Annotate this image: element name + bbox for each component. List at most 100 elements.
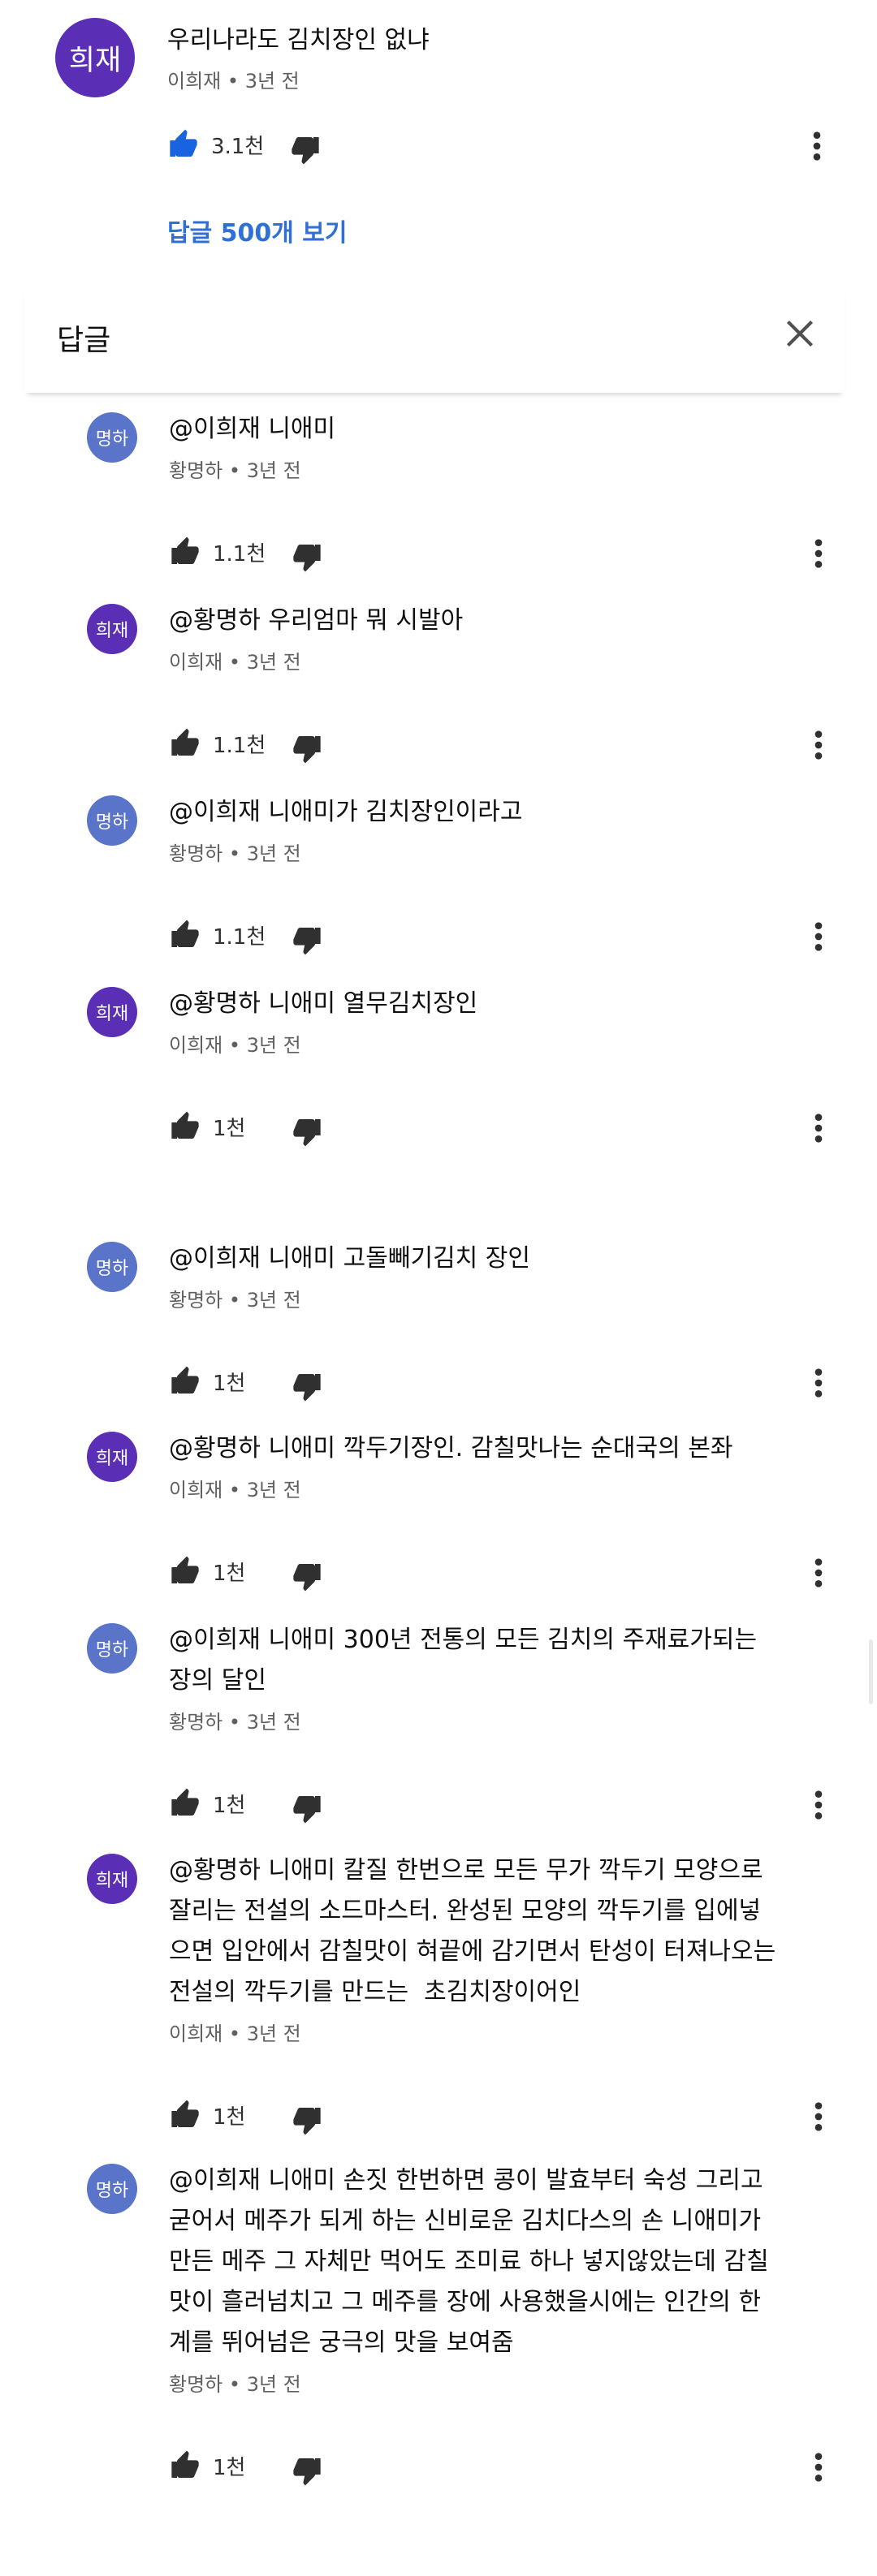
comment-actions: 3.1천 xyxy=(167,122,833,170)
thumbs-down-icon[interactable] xyxy=(291,1560,323,1592)
thumbs-up-icon[interactable] xyxy=(169,1365,201,1398)
more-options-icon[interactable] xyxy=(810,1112,827,1144)
avatar[interactable]: 명하 xyxy=(87,1623,137,1674)
reply-author[interactable]: 황명하 xyxy=(169,459,222,482)
thumbs-up-icon[interactable] xyxy=(169,536,201,568)
reply-author[interactable]: 황명하 xyxy=(169,1711,222,1734)
reply-meta: 황명하 • 3년 전 xyxy=(169,838,819,866)
reply-body: @이희재 니애미 300년 전통의 모든 김치의 주재료가되는 장의 달인 황명… xyxy=(169,1620,819,1734)
avatar[interactable]: 희재 xyxy=(55,18,135,97)
like-count: 1천 xyxy=(213,1117,246,1141)
reply-time: 3년 전 xyxy=(246,1711,301,1734)
comment-text: 우리나라도 김치장인 없냐 xyxy=(167,26,430,54)
reply-body: @황명하 니애미 깍두기장인. 감칠맛나는 순대국의 본좌 이희재 • 3년 전 xyxy=(169,1428,819,1502)
reply-meta: 황명하 • 3년 전 xyxy=(169,1284,819,1312)
reply-text: @이희재 니애미 300년 전통의 모든 김치의 주재료가되는 장의 달인 xyxy=(169,1626,758,1695)
reply-text: @이희재 니애미 고돌빼기김치 장인 xyxy=(169,1244,531,1273)
reply-text: @황명하 니애미 칼질 한번으로 모든 무가 깍두기 모양으로 잘리는 전설의 … xyxy=(169,1856,776,2006)
comment-author[interactable]: 이희재 xyxy=(167,70,221,93)
avatar[interactable]: 희재 xyxy=(87,1854,137,1904)
thumbs-up-icon[interactable] xyxy=(169,2449,201,2482)
avatar[interactable]: 명하 xyxy=(87,412,137,463)
thumbs-up-icon[interactable] xyxy=(169,1555,201,1587)
meta-separator: • xyxy=(228,1034,247,1057)
meta-separator: • xyxy=(228,459,247,482)
reply-actions: 1천 xyxy=(169,1781,835,1829)
avatar[interactable]: 희재 xyxy=(87,1432,137,1482)
reply-meta: 이희재 • 3년 전 xyxy=(169,2018,819,2046)
like-count: 1천 xyxy=(213,1372,246,1396)
reply-body: @황명하 니애미 칼질 한번으로 모든 무가 깍두기 모양으로 잘리는 전설의 … xyxy=(169,1850,819,2046)
like-count: 1천 xyxy=(213,1794,246,1818)
like-count: 1.1천 xyxy=(213,925,266,950)
thumbs-up-filled-icon[interactable] xyxy=(167,128,200,161)
reply-meta: 이희재 • 3년 전 xyxy=(169,1029,819,1058)
thumbs-down-icon[interactable] xyxy=(291,1792,323,1824)
reply-body: @이희재 니애미가 김치장인이라고 황명하 • 3년 전 xyxy=(169,792,819,866)
reply-time: 3년 전 xyxy=(246,2022,301,2045)
thumbs-up-icon[interactable] xyxy=(169,1787,201,1820)
close-icon[interactable] xyxy=(780,313,820,354)
like-count: 1천 xyxy=(213,2456,246,2480)
like-count: 1.1천 xyxy=(213,734,266,758)
more-options-icon[interactable] xyxy=(809,130,825,162)
avatar[interactable]: 희재 xyxy=(87,604,137,654)
reply-text: @이희재 니애미가 김치장인이라고 xyxy=(169,798,523,826)
thumbs-up-icon[interactable] xyxy=(169,1110,201,1143)
reply-actions: 1.1천 xyxy=(169,721,835,769)
thumbs-down-icon[interactable] xyxy=(291,2454,323,2487)
thumbs-down-icon[interactable] xyxy=(291,924,323,956)
reply-actions: 1천 xyxy=(169,2092,835,2141)
more-options-icon[interactable] xyxy=(810,920,827,953)
avatar[interactable]: 명하 xyxy=(87,795,137,846)
reply-meta: 이희재 • 3년 전 xyxy=(169,1474,819,1502)
reply-time: 3년 전 xyxy=(246,1034,301,1057)
reply-actions: 1.1천 xyxy=(169,912,835,961)
reply-text: @이희재 니애미 xyxy=(169,415,336,443)
more-options-icon[interactable] xyxy=(810,537,827,570)
comment-meta: 이희재 • 3년 전 xyxy=(167,65,300,93)
avatar[interactable]: 명하 xyxy=(87,1242,137,1292)
reply-author[interactable]: 이희재 xyxy=(169,2022,222,2045)
thumbs-down-icon[interactable] xyxy=(291,541,323,573)
reply-author[interactable]: 황명하 xyxy=(169,1289,222,1312)
like-count: 1.1천 xyxy=(213,542,266,566)
reply-author[interactable]: 황명하 xyxy=(169,842,222,865)
reply-actions: 1천 xyxy=(169,2443,835,2492)
thumbs-down-icon[interactable] xyxy=(291,732,323,765)
thumbs-down-icon[interactable] xyxy=(291,1115,323,1148)
reply-meta: 황명하 • 3년 전 xyxy=(169,2368,819,2397)
more-options-icon[interactable] xyxy=(810,1557,827,1589)
meta-separator: • xyxy=(228,842,247,865)
avatar[interactable]: 명하 xyxy=(87,2164,137,2214)
reply-meta: 황명하 • 3년 전 xyxy=(169,454,819,483)
thumbs-up-icon[interactable] xyxy=(169,2099,201,2131)
reply-text: @황명하 니애미 깍두기장인. 감칠맛나는 순대국의 본좌 xyxy=(169,1434,733,1462)
reply-actions: 1.1천 xyxy=(169,529,835,578)
like-count: 1천 xyxy=(213,2105,246,2130)
thumbs-up-icon[interactable] xyxy=(169,919,201,951)
more-options-icon[interactable] xyxy=(810,1367,827,1399)
more-options-icon[interactable] xyxy=(810,729,827,761)
more-options-icon[interactable] xyxy=(810,2100,827,2133)
reply-author[interactable]: 황명하 xyxy=(169,2373,222,2396)
view-replies-link[interactable]: 답글 500개 보기 xyxy=(167,213,348,248)
reply-author[interactable]: 이희재 xyxy=(169,1034,222,1057)
reply-meta: 황명하 • 3년 전 xyxy=(169,1706,819,1734)
more-options-icon[interactable] xyxy=(810,2451,827,2483)
more-options-icon[interactable] xyxy=(810,1789,827,1821)
reply-time: 3년 전 xyxy=(246,1289,301,1312)
scrollbar[interactable] xyxy=(869,1639,873,1704)
avatar[interactable]: 희재 xyxy=(87,987,137,1037)
thumbs-up-icon[interactable] xyxy=(169,727,201,760)
reply-body: @이희재 니애미 황명하 • 3년 전 xyxy=(169,409,819,483)
meta-separator: • xyxy=(228,1289,247,1312)
reply-author[interactable]: 이희재 xyxy=(169,1479,222,1501)
meta-separator: • xyxy=(228,2373,247,2396)
meta-separator: • xyxy=(228,1711,247,1734)
reply-time: 3년 전 xyxy=(246,1479,301,1501)
thumbs-down-icon[interactable] xyxy=(291,2104,323,2136)
reply-author[interactable]: 이희재 xyxy=(169,651,222,674)
thumbs-down-icon[interactable] xyxy=(289,133,322,166)
thumbs-down-icon[interactable] xyxy=(291,1370,323,1402)
